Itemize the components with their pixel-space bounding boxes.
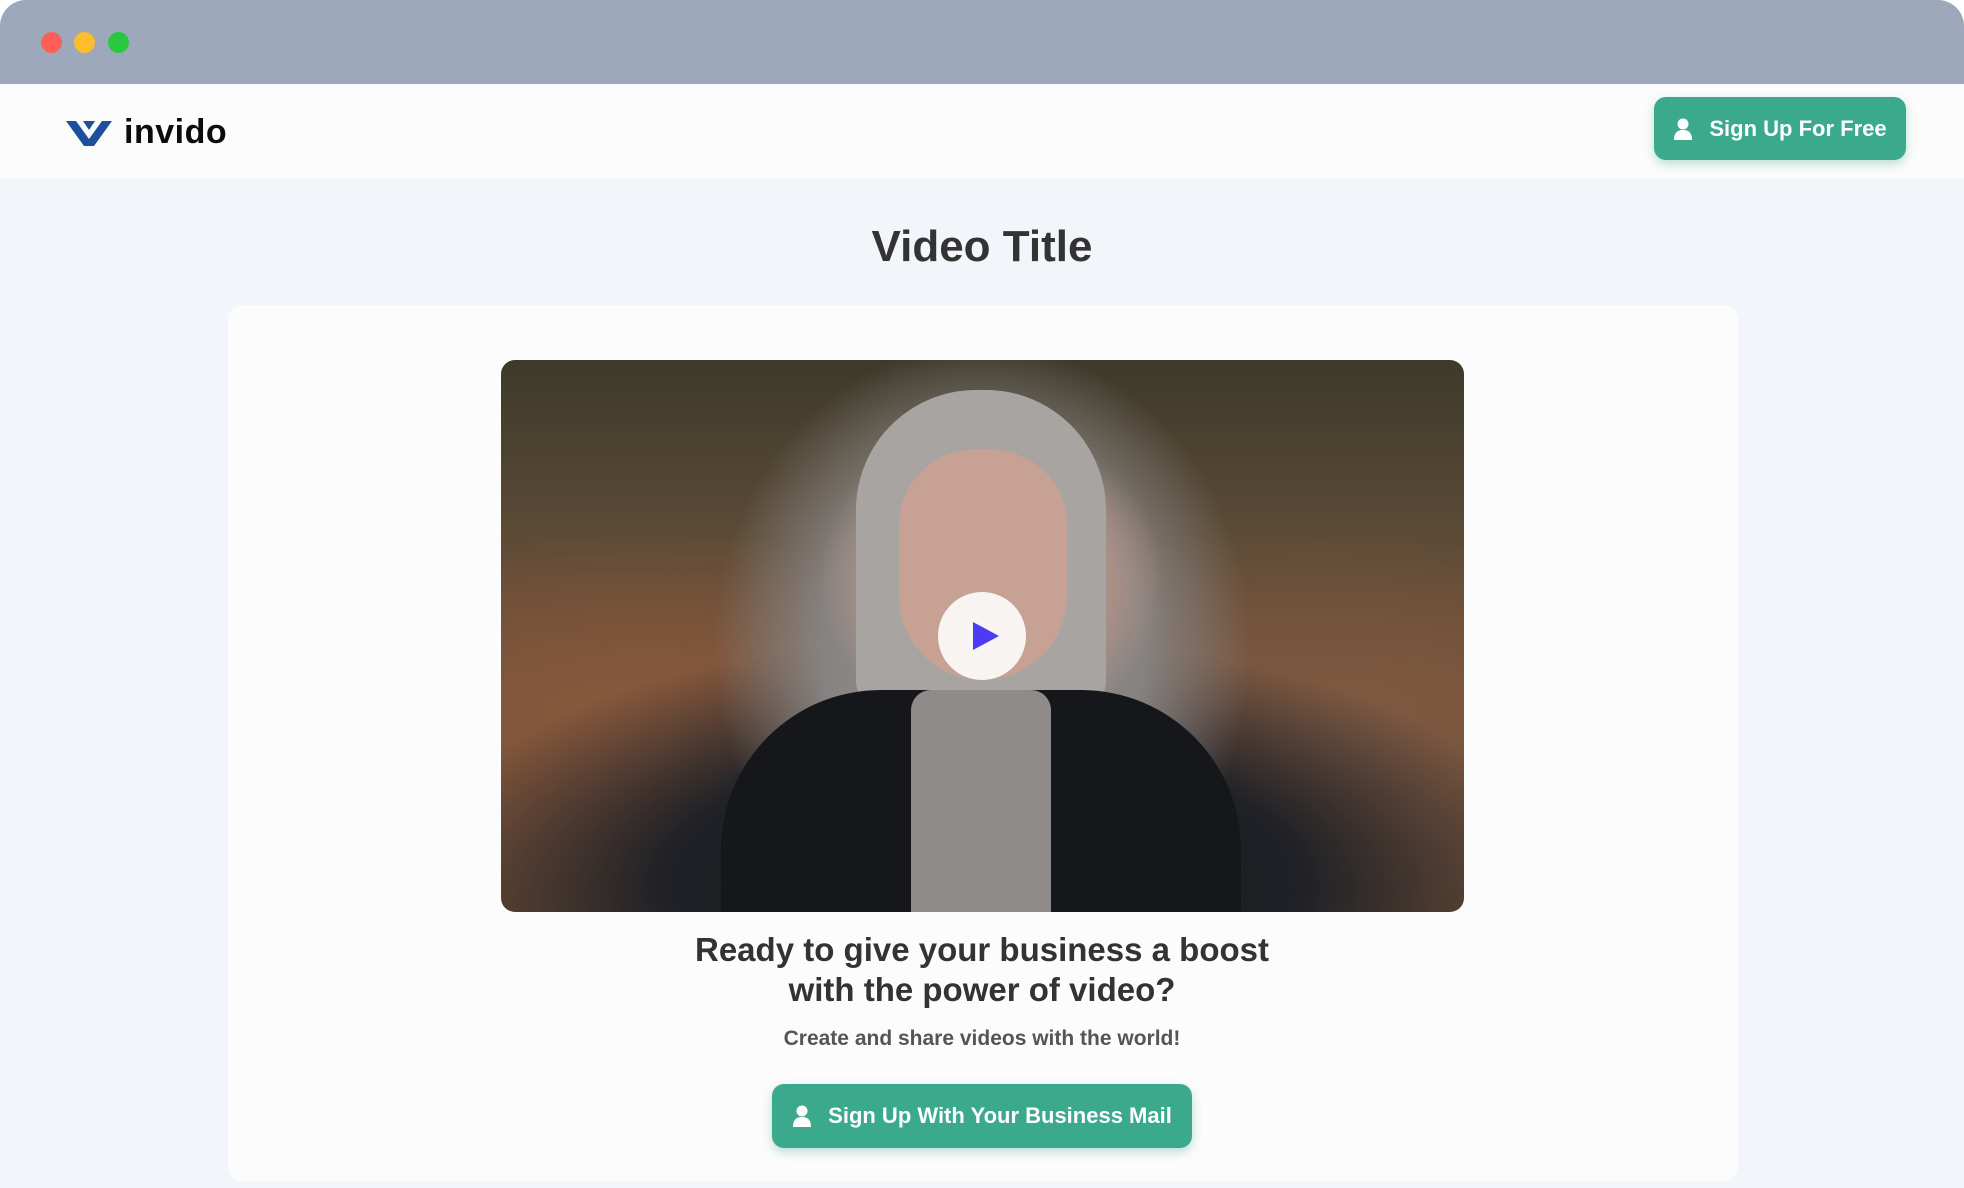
page-title: Video Title [871, 222, 1093, 271]
logo-text: invido [124, 112, 228, 151]
browser-window: invido Sign Up For Free Video Title Read… [0, 0, 1964, 1188]
play-icon [972, 622, 999, 650]
user-icon [1674, 118, 1693, 140]
sign-up-free-button[interactable]: Sign Up For Free [1654, 97, 1906, 160]
sign-up-business-mail-label: Sign Up With Your Business Mail [828, 1103, 1172, 1128]
cta-subline: Create and share videos with the world! [783, 1027, 1181, 1050]
sign-up-free-label: Sign Up For Free [1709, 115, 1887, 141]
invido-logo-icon [66, 121, 112, 146]
maximize-window-button[interactable] [108, 32, 129, 53]
cta-headline: Ready to give your business a boost with… [0, 930, 1964, 1010]
video-player[interactable] [501, 360, 1464, 912]
close-window-button[interactable] [41, 32, 62, 53]
play-button[interactable] [938, 592, 1026, 680]
user-icon [793, 1105, 812, 1127]
video-thumbnail-hoodie [911, 690, 1051, 912]
sign-up-business-mail-button[interactable]: Sign Up With Your Business Mail [772, 1084, 1192, 1148]
window-titlebar [0, 0, 1964, 84]
cta-headline-line-1: Ready to give your business a boost [695, 931, 1269, 968]
cta-headline-line-2: with the power of video? [788, 971, 1176, 1008]
logo[interactable]: invido [66, 110, 227, 154]
minimize-window-button[interactable] [74, 32, 95, 53]
